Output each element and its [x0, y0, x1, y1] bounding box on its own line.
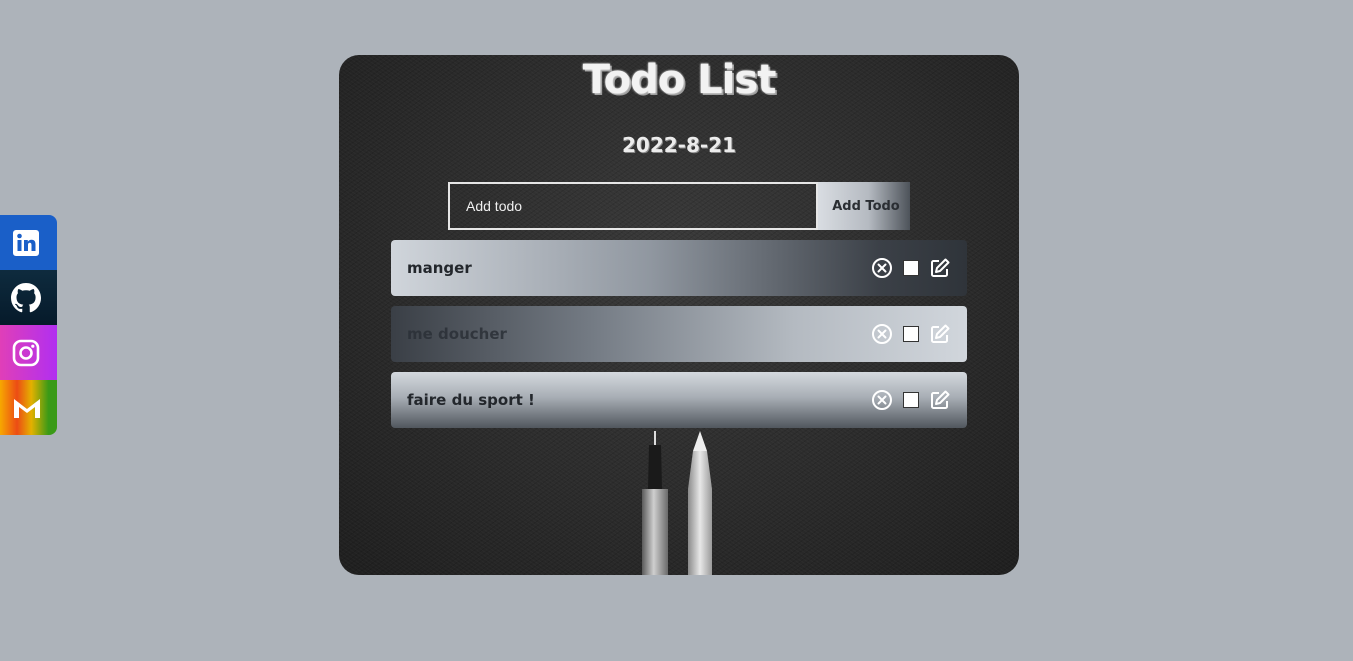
- todo-item: manger: [391, 240, 967, 296]
- complete-todo-checkbox[interactable]: [903, 326, 919, 342]
- circle-x-icon: [872, 324, 892, 344]
- todo-actions: [871, 323, 951, 345]
- edit-icon: [931, 258, 950, 277]
- circle-x-icon: [872, 390, 892, 410]
- current-date: 2022-8-21: [621, 133, 736, 157]
- edit-todo-button[interactable]: [929, 257, 951, 279]
- todo-item: me doucher: [391, 306, 967, 362]
- add-todo-input[interactable]: [448, 182, 818, 230]
- complete-todo-checkbox[interactable]: [903, 392, 919, 408]
- linkedin-icon: [13, 229, 39, 256]
- todo-item-text: faire du sport !: [407, 391, 535, 409]
- instagram-link[interactable]: [0, 325, 57, 380]
- delete-todo-button[interactable]: [871, 257, 893, 279]
- edit-icon: [931, 324, 950, 343]
- gmail-icon: [14, 398, 40, 418]
- edit-todo-button[interactable]: [929, 389, 951, 411]
- todo-card: Todo List 2022-8-21 Add Todo manger me: [339, 55, 1019, 575]
- social-sidebar: [0, 215, 57, 435]
- instagram-icon: [12, 339, 40, 366]
- todo-item: faire du sport !: [391, 372, 967, 428]
- github-link[interactable]: [0, 270, 57, 325]
- edit-todo-button[interactable]: [929, 323, 951, 345]
- pens-background-image: [642, 431, 712, 575]
- delete-todo-button[interactable]: [871, 389, 893, 411]
- complete-todo-checkbox[interactable]: [903, 260, 919, 276]
- linkedin-link[interactable]: [0, 215, 57, 270]
- todo-actions: [871, 389, 951, 411]
- gmail-link[interactable]: [0, 380, 57, 435]
- page-title: Todo List: [582, 57, 777, 103]
- edit-icon: [931, 390, 950, 409]
- todo-actions: [871, 257, 951, 279]
- github-icon: [11, 282, 41, 312]
- add-todo-button[interactable]: Add Todo: [818, 182, 910, 230]
- circle-x-icon: [872, 258, 892, 278]
- add-todo-form: Add Todo: [448, 182, 910, 230]
- todo-item-text: manger: [407, 259, 472, 277]
- todo-item-text: me doucher: [407, 325, 507, 343]
- delete-todo-button[interactable]: [871, 323, 893, 345]
